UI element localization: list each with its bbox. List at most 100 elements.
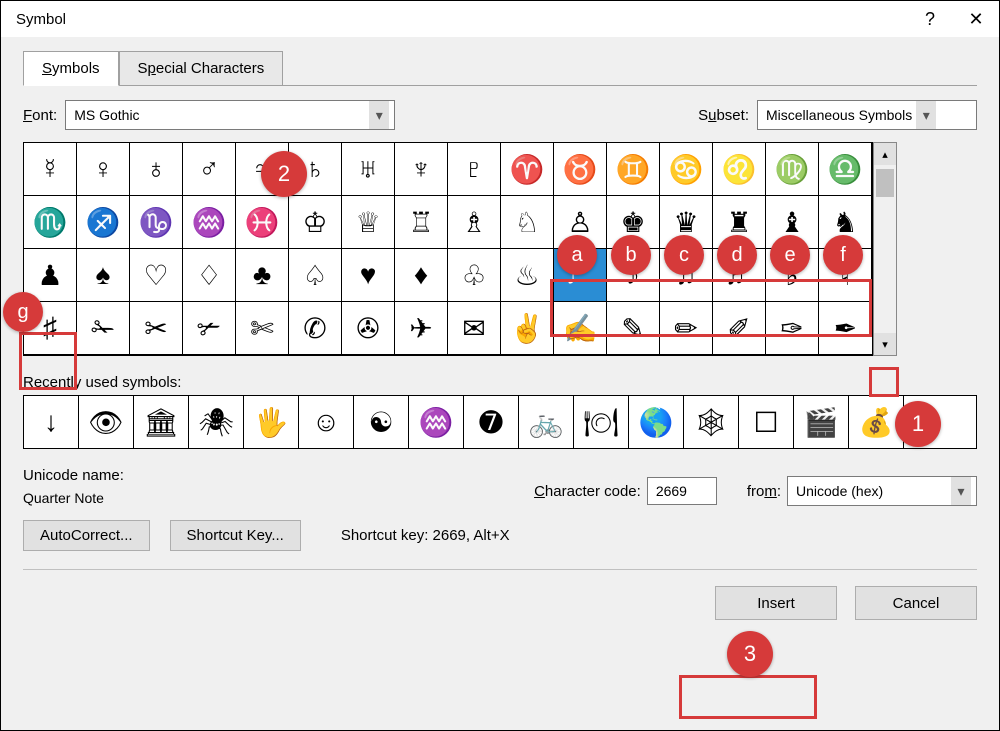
callout-g: g [3, 292, 43, 332]
help-button[interactable]: ? [907, 1, 953, 37]
char-code-label: Character code: [534, 483, 641, 500]
recent-symbol-cell[interactable]: 🍽 [574, 396, 629, 448]
symbol-cell[interactable]: ♓ [236, 196, 289, 249]
subset-select[interactable]: Miscellaneous Symbols ▾ [757, 100, 977, 130]
symbol-cell[interactable]: ♕ [342, 196, 395, 249]
char-code-input[interactable] [647, 477, 717, 505]
symbol-cell[interactable]: ♏ [24, 196, 77, 249]
callout-f: f [823, 235, 863, 275]
symbol-cell[interactable]: ♍ [766, 143, 819, 196]
chevron-down-icon: ▾ [916, 101, 936, 129]
symbol-cell[interactable]: ♧ [448, 249, 501, 302]
symbol-cell[interactable]: ♌ [713, 143, 766, 196]
symbol-cell[interactable]: ♢ [183, 249, 236, 302]
symbol-cell[interactable]: ✐ [713, 302, 766, 355]
recent-symbol-cell[interactable]: ♒ [409, 396, 464, 448]
symbol-cell[interactable]: ♖ [395, 196, 448, 249]
recent-symbol-cell[interactable]: 👁 [79, 396, 134, 448]
symbol-cell[interactable]: ♤ [289, 249, 342, 302]
symbol-cell[interactable]: ✉ [448, 302, 501, 355]
symbol-cell[interactable]: ♐ [77, 196, 130, 249]
symbol-cell[interactable]: ♇ [448, 143, 501, 196]
symbol-cell[interactable]: ♗ [448, 196, 501, 249]
symbol-cell[interactable]: ♂ [183, 143, 236, 196]
subset-select-value: Miscellaneous Symbols [766, 107, 912, 123]
recent-symbol-cell[interactable]: ☯ [354, 396, 409, 448]
unicode-name-value: Quarter Note [23, 490, 124, 506]
font-select[interactable]: MS Gothic ▾ [65, 100, 395, 130]
symbol-cell[interactable]: ♡ [130, 249, 183, 302]
symbol-cell[interactable]: ✄ [236, 302, 289, 355]
symbol-scrollbar[interactable]: ▴ ▾ [873, 142, 897, 356]
symbol-cell[interactable]: ♦ [395, 249, 448, 302]
callout-d: d [717, 235, 757, 275]
recent-symbol-cell[interactable]: ↓ [24, 396, 79, 448]
font-subset-row: Font: MS Gothic ▾ Subset: Miscellaneous … [23, 100, 977, 130]
from-label: from: [747, 483, 781, 500]
symbol-cell[interactable]: ♑ [130, 196, 183, 249]
symbol-cell[interactable]: ♒ [183, 196, 236, 249]
symbol-cell[interactable]: ♠ [77, 249, 130, 302]
from-select[interactable]: Unicode (hex) ▾ [787, 476, 977, 506]
symbol-cell[interactable]: ♥ [342, 249, 395, 302]
close-icon: ✕ [968, 9, 983, 30]
recent-symbol-cell[interactable]: 🚲 [519, 396, 574, 448]
symbol-cell[interactable]: ✃ [183, 302, 236, 355]
symbol-cell[interactable]: ♊ [607, 143, 660, 196]
recent-symbol-cell[interactable]: 🕸 [684, 396, 739, 448]
symbol-cell[interactable]: ♅ [342, 143, 395, 196]
callout-a: a [557, 235, 597, 275]
callout-2: 2 [261, 151, 307, 197]
recent-symbol-cell[interactable]: 🕷 [189, 396, 244, 448]
dialog-title: Symbol [16, 11, 907, 28]
symbol-cell[interactable]: ✎ [607, 302, 660, 355]
tabs: Symbols Special Characters [23, 51, 977, 86]
close-button[interactable]: ✕ [953, 1, 999, 37]
symbol-cell[interactable]: ♨ [501, 249, 554, 302]
recent-symbol-cell[interactable]: 🌎 [629, 396, 684, 448]
symbol-cell[interactable]: ✑ [766, 302, 819, 355]
symbol-cell[interactable]: ♘ [501, 196, 554, 249]
symbol-cell[interactable]: ♣ [236, 249, 289, 302]
scroll-down-button[interactable]: ▾ [874, 333, 896, 355]
tab-symbols[interactable]: Symbols [23, 51, 119, 86]
symbol-cell[interactable]: ♈ [501, 143, 554, 196]
button-row: AutoCorrect... Shortcut Key... Shortcut … [23, 520, 977, 551]
symbol-cell[interactable]: ✒ [819, 302, 872, 355]
tab-special-characters[interactable]: Special Characters [119, 51, 284, 85]
symbol-cell[interactable]: ✍ [554, 302, 607, 355]
scroll-track[interactable] [874, 165, 896, 333]
scroll-up-button[interactable]: ▴ [874, 143, 896, 165]
unicode-name-label: Unicode name: [23, 467, 124, 484]
scroll-thumb[interactable] [876, 169, 894, 197]
symbol-cell[interactable]: ♁ [130, 143, 183, 196]
recent-symbol-cell[interactable]: ➐ [464, 396, 519, 448]
shortcut-key-button[interactable]: Shortcut Key... [170, 520, 301, 551]
symbol-cell[interactable]: ♎ [819, 143, 872, 196]
callout-c: c [664, 235, 704, 275]
symbol-cell[interactable]: ✌ [501, 302, 554, 355]
symbol-cell[interactable]: ✏ [660, 302, 713, 355]
recent-symbol-cell[interactable]: 🖐 [244, 396, 299, 448]
from-select-value: Unicode (hex) [796, 483, 883, 499]
recent-symbol-cell[interactable]: ☺ [299, 396, 354, 448]
symbol-cell[interactable]: ☿ [24, 143, 77, 196]
symbol-cell[interactable]: ✈ [395, 302, 448, 355]
symbol-cell[interactable]: ✆ [289, 302, 342, 355]
recent-symbol-cell[interactable]: 🎬 [794, 396, 849, 448]
symbol-cell[interactable]: ✁ [77, 302, 130, 355]
symbol-cell[interactable]: ♀ [77, 143, 130, 196]
symbol-cell[interactable]: ✂ [130, 302, 183, 355]
symbol-cell[interactable]: ♋ [660, 143, 713, 196]
symbol-cell[interactable]: ♆ [395, 143, 448, 196]
recent-symbol-cell[interactable]: ☐ [739, 396, 794, 448]
cancel-button[interactable]: Cancel [855, 586, 977, 620]
symbol-cell[interactable]: ♔ [289, 196, 342, 249]
recent-symbol-cell[interactable]: 🏛 [134, 396, 189, 448]
insert-button[interactable]: Insert [715, 586, 837, 620]
symbol-cell[interactable]: ✇ [342, 302, 395, 355]
font-label: Font: [23, 107, 57, 124]
autocorrect-button[interactable]: AutoCorrect... [23, 520, 150, 551]
symbol-cell[interactable]: ♉ [554, 143, 607, 196]
shortcut-text: Shortcut key: 2669, Alt+X [341, 527, 510, 544]
